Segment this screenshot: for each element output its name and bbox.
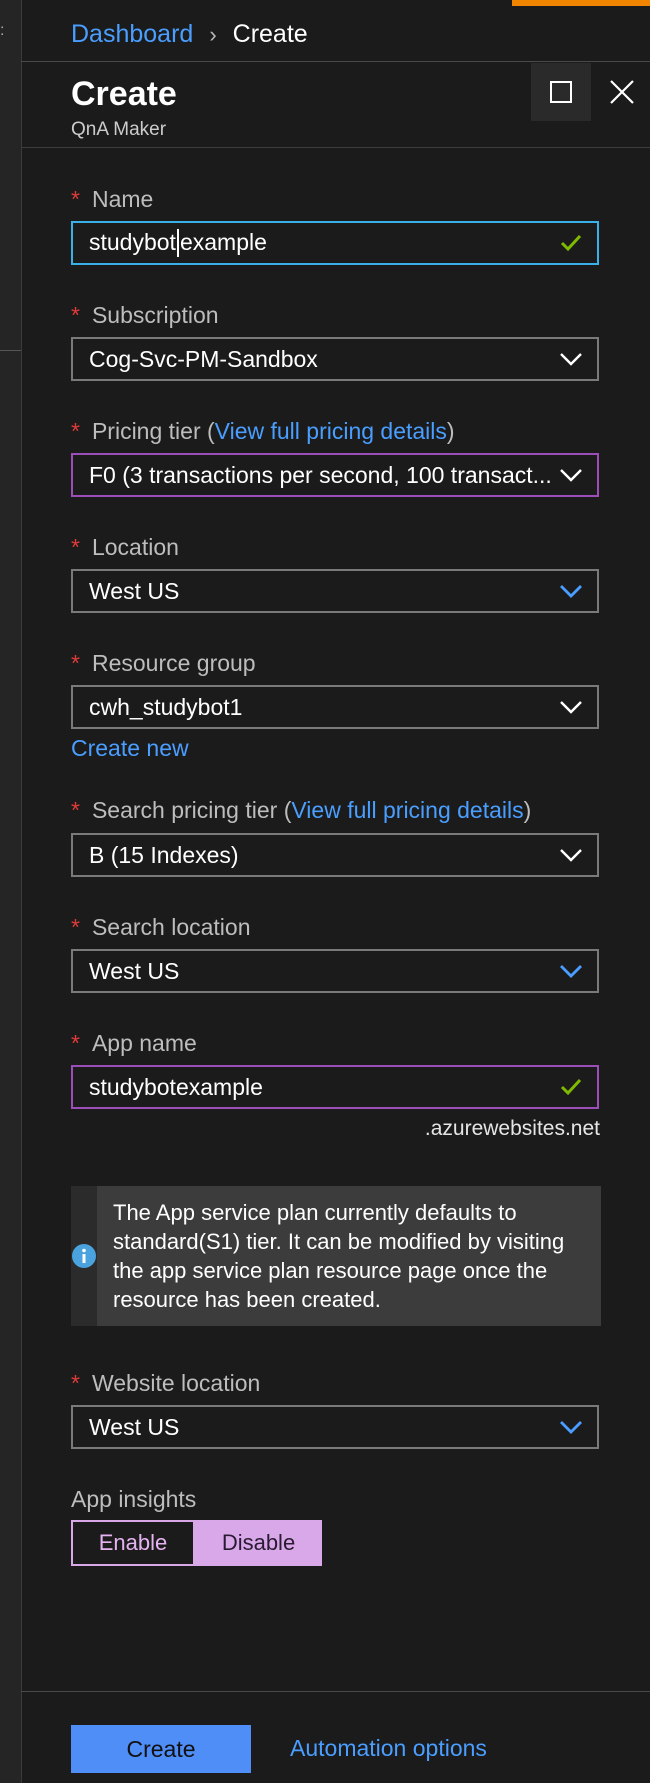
info-text: The App service plan currently defaults … [113, 1200, 565, 1312]
app-name-label: * App name [71, 1030, 197, 1056]
divider [0, 350, 21, 351]
app-insights-enable-option[interactable]: Enable [71, 1520, 195, 1566]
automation-options-link[interactable]: Automation options [290, 1735, 487, 1762]
app-insights-disable-option[interactable]: Disable [195, 1520, 322, 1566]
create-button[interactable]: Create [71, 1725, 251, 1773]
maximize-icon [550, 81, 572, 103]
close-button[interactable] [597, 63, 647, 121]
name-label: * Name [71, 186, 154, 212]
maximize-button[interactable] [531, 63, 591, 121]
checkmark-icon [557, 229, 585, 257]
close-icon [610, 80, 634, 104]
search-pricing-tier-select[interactable]: B (15 Indexes) [71, 833, 599, 877]
required-marker: * [71, 186, 80, 212]
app-name-domain-suffix: .azurewebsites.net [424, 1117, 600, 1140]
search-location-label: * Search location [71, 914, 251, 940]
app-insights-toggle: Enable Disable [71, 1520, 322, 1566]
chevron-down-icon [557, 957, 585, 985]
info-icon [72, 1244, 96, 1268]
app-name-input[interactable]: studybotexample [71, 1065, 599, 1109]
info-message: The App service plan currently defaults … [71, 1186, 601, 1326]
left-edge-panel: : [0, 0, 22, 1783]
chevron-down-icon [557, 1413, 585, 1441]
subscription-label: * Subscription [71, 302, 219, 328]
search-pricing-tier-label: * Search pricing tier (View full pricing … [71, 797, 532, 823]
website-location-label: * Website location [71, 1370, 261, 1396]
chevron-down-icon [557, 345, 585, 373]
chevron-down-icon [557, 693, 585, 721]
pricing-tier-select[interactable]: F0 (3 transactions per second, 100 trans… [71, 453, 599, 497]
search-pricing-details-link[interactable]: View full pricing details [291, 797, 523, 823]
pricing-tier-label: * Pricing tier (View full pricing details… [71, 418, 455, 444]
text-cursor [176, 229, 179, 258]
website-location-select[interactable]: West US [71, 1405, 599, 1449]
checkmark-icon [557, 1073, 585, 1101]
divider [21, 1691, 650, 1692]
resource-group-select[interactable]: cwh_studybot1 [71, 685, 599, 729]
name-value: studybot example [89, 229, 557, 258]
breadcrumb-dashboard-link[interactable]: Dashboard [71, 20, 193, 49]
page-title: Create [71, 75, 177, 113]
divider [21, 147, 650, 148]
location-label: * Location [71, 534, 179, 560]
divider [21, 61, 650, 62]
app-insights-label: App insights [71, 1486, 197, 1512]
page-subtitle: QnA Maker [71, 119, 167, 140]
name-input[interactable]: studybot example [71, 221, 599, 265]
create-new-resource-group-link[interactable]: Create new [71, 735, 189, 762]
pricing-details-link[interactable]: View full pricing details [215, 418, 447, 444]
subscription-select[interactable]: Cog-Svc-PM-Sandbox [71, 337, 599, 381]
resource-group-label: * Resource group [71, 650, 256, 676]
search-location-select[interactable]: West US [71, 949, 599, 993]
chevron-down-icon [557, 841, 585, 869]
location-select[interactable]: West US [71, 569, 599, 613]
chevron-down-icon [557, 461, 585, 489]
chevron-right-icon: › [209, 21, 217, 47]
chevron-down-icon [557, 577, 585, 605]
breadcrumb: Dashboard › Create [71, 20, 308, 49]
top-accent-bar [512, 0, 650, 6]
collapse-icon[interactable]: : [0, 22, 4, 40]
breadcrumb-current: Create [232, 20, 308, 48]
